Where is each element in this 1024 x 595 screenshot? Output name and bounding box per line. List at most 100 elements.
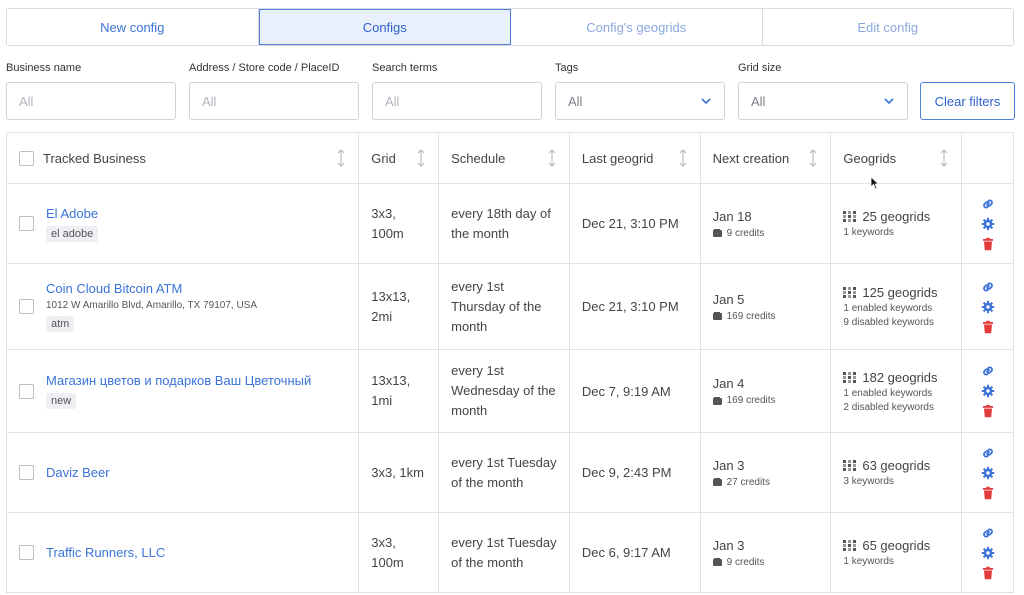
sort-icon[interactable]: [547, 149, 557, 167]
business-name-input[interactable]: All: [6, 82, 176, 120]
next-creation-cell: Jan 3 9 credits: [701, 513, 832, 592]
address-input[interactable]: All: [189, 82, 359, 120]
row-actions: [981, 197, 995, 251]
next-creation-cell: Jan 5 169 credits: [701, 264, 832, 349]
link-icon[interactable]: [981, 197, 995, 211]
header-label: Schedule: [451, 150, 506, 166]
row-checkbox[interactable]: [19, 299, 34, 314]
last-geogrid-cell: Dec 21, 3:10 PM: [570, 184, 701, 263]
tab-configs-geogrids[interactable]: Config's geogrids: [511, 9, 763, 45]
geogrids-cell: 65 geogrids 1 keywords: [831, 513, 963, 592]
grid-size-select[interactable]: All: [738, 82, 908, 120]
gear-icon[interactable]: [981, 217, 995, 231]
geogrids-count[interactable]: 63 geogrids: [862, 458, 930, 473]
geogrids-line: 65 geogrids: [843, 538, 949, 553]
header-schedule[interactable]: Schedule: [439, 133, 570, 183]
geogrids-cell: 63 geogrids 3 keywords: [831, 433, 963, 512]
header-next-creation[interactable]: Next creation: [701, 133, 832, 183]
wallet-icon: [712, 396, 722, 405]
sort-icon[interactable]: [678, 149, 688, 167]
last-geogrid-value: Dec 6, 9:17 AM: [581, 545, 671, 560]
header-label: Last geogrid: [581, 150, 654, 166]
header-label: Geogrids: [843, 150, 897, 166]
row-checkbox[interactable]: [19, 465, 34, 480]
geogrids-count[interactable]: 125 geogrids: [862, 285, 937, 300]
grid-size-value: All: [751, 93, 766, 109]
search-terms-input[interactable]: All: [372, 82, 542, 120]
select-all-checkbox[interactable]: [19, 150, 34, 166]
next-creation-cell: Jan 4 169 credits: [701, 350, 832, 432]
wallet-icon: [712, 312, 722, 320]
next-creation-date: Jan 3: [712, 537, 745, 553]
tags-select[interactable]: All: [555, 82, 725, 120]
keywords-info-disabled: 9 disabled keywords: [843, 317, 934, 328]
trash-icon[interactable]: [981, 320, 995, 334]
address-label: Address / Store code / PlaceID: [189, 62, 340, 74]
search-terms-placeholder: All: [385, 93, 400, 109]
credits-value: 27 credits: [726, 476, 770, 488]
trash-icon[interactable]: [981, 404, 995, 418]
business-cell: Coin Cloud Bitcoin ATM 1012 W Amarillo Bl…: [7, 264, 360, 349]
trash-icon[interactable]: [981, 486, 995, 500]
row-checkbox[interactable]: [19, 383, 34, 399]
tags-label: Tags: [555, 62, 579, 74]
gear-icon[interactable]: [981, 384, 995, 398]
header-grid[interactable]: Grid: [359, 133, 440, 183]
table-header: Tracked Business Grid Schedule Last geog…: [7, 133, 1013, 184]
header-label: Next creation: [712, 150, 790, 166]
header-tracked-business[interactable]: Tracked Business: [7, 133, 360, 183]
business-name-link[interactable]: Магазин цветов и подарков Ваш Цветочный: [46, 373, 311, 388]
row-checkbox[interactable]: [19, 216, 34, 231]
grid-icon: [843, 540, 857, 551]
link-icon[interactable]: [981, 280, 995, 294]
geogrids-count[interactable]: 182 geogrids: [862, 370, 937, 385]
row-actions: [981, 280, 995, 334]
clear-filters-button[interactable]: Clear filters: [920, 82, 1015, 120]
credits-line: 27 credits: [712, 476, 819, 488]
gear-icon[interactable]: [981, 300, 995, 314]
link-icon[interactable]: [981, 526, 995, 540]
schedule-cell: every 1st Thursday of the month: [439, 264, 570, 349]
sort-icon[interactable]: [336, 149, 346, 167]
sort-icon[interactable]: [808, 149, 818, 167]
keywords-info-disabled: 2 disabled keywords: [843, 401, 934, 413]
business-name-link[interactable]: Traffic Runners, LLC: [46, 545, 165, 560]
table-row: Магазин цветов и подарков Ваш Цветочный n…: [7, 350, 1013, 433]
credits-line: 169 credits: [712, 395, 819, 406]
tab-new-config[interactable]: New config: [7, 9, 259, 45]
geogrids-cell: 182 geogrids 1 enabled keywords 2 disabled…: [831, 350, 963, 432]
actions-cell: [962, 350, 1013, 432]
grid-value: 13x13, 1mi: [371, 373, 411, 408]
header-actions: [962, 133, 1013, 183]
schedule-cell: every 1st Wednesday of the month: [439, 350, 570, 432]
sort-icon[interactable]: [416, 149, 426, 167]
business-name-link[interactable]: El Adobe: [46, 206, 98, 221]
geogrids-count[interactable]: 65 geogrids: [862, 538, 930, 553]
sort-icon[interactable]: [939, 149, 949, 167]
tab-configs[interactable]: Configs: [258, 9, 511, 45]
grid-size-filter: Grid size All: [738, 62, 908, 120]
header-last-geogrid[interactable]: Last geogrid: [570, 133, 701, 183]
tab-bar: New config Configs Config's geogrids Edi…: [6, 8, 1014, 46]
business-name-link[interactable]: Coin Cloud Bitcoin ATM: [46, 281, 257, 296]
gear-icon[interactable]: [981, 546, 995, 560]
actions-cell: [962, 433, 1013, 512]
row-checkbox[interactable]: [19, 545, 34, 560]
business-info: Магазин цветов и подарков Ваш Цветочный n…: [46, 373, 311, 409]
business-info: El Adobe el adobe: [46, 206, 99, 242]
business-name-link[interactable]: Daviz Beer: [46, 465, 110, 480]
tab-edit-config[interactable]: Edit config: [762, 9, 1013, 45]
business-cell: Daviz Beer: [7, 433, 360, 512]
business-name-filter: Business name All: [6, 62, 176, 120]
link-icon[interactable]: [981, 364, 995, 378]
schedule-value: every 18th day of the month: [451, 205, 551, 241]
configs-table: Tracked Business Grid Schedule Last geog…: [6, 132, 1014, 593]
link-icon[interactable]: [981, 446, 995, 460]
grid-cell: 13x13, 2mi: [359, 264, 440, 349]
geogrids-count[interactable]: 25 geogrids: [862, 209, 930, 224]
trash-icon[interactable]: [981, 237, 995, 251]
header-geogrids[interactable]: Geogrids: [831, 133, 963, 183]
trash-icon[interactable]: [981, 566, 995, 580]
credits-line: 169 credits: [712, 311, 819, 322]
gear-icon[interactable]: [981, 466, 995, 480]
